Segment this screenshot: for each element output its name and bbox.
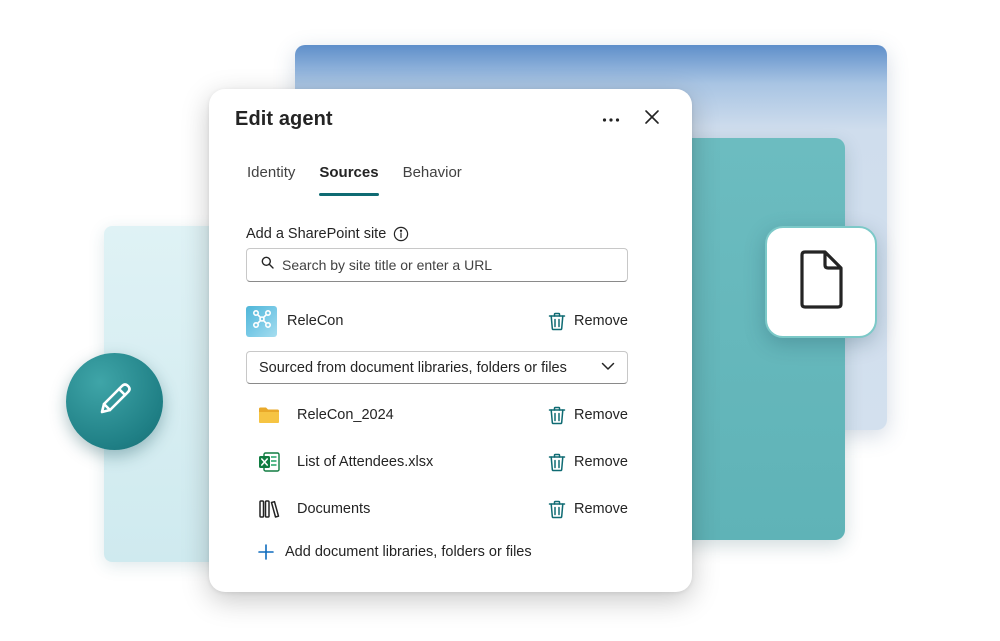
more-options-button[interactable] xyxy=(599,109,623,129)
edit-agent-dialog: Edit agent Identity Sources Behavior Add… xyxy=(209,89,692,592)
dialog-title: Edit agent xyxy=(235,108,333,130)
site-name: ReleCon xyxy=(287,313,344,329)
tab-list: Identity Sources Behavior xyxy=(247,164,486,196)
trash-icon xyxy=(548,453,566,472)
tab-identity[interactable]: Identity xyxy=(247,164,295,194)
source-scope-dropdown[interactable]: Sourced from document libraries, folders… xyxy=(246,351,628,384)
site-thumbnail xyxy=(246,305,277,337)
close-icon xyxy=(644,109,660,130)
sharepoint-site-label: Add a SharePoint site xyxy=(246,226,409,242)
document-tile xyxy=(765,226,877,338)
trash-icon xyxy=(548,312,566,331)
network-icon xyxy=(252,309,272,334)
pencil-icon xyxy=(93,377,137,426)
item-name: List of Attendees.xlsx xyxy=(297,454,434,470)
site-search-input[interactable] xyxy=(282,257,602,273)
item-name: Documents xyxy=(297,501,371,517)
folder-icon xyxy=(257,403,281,427)
dropdown-selected-value: Sourced from document libraries, folders… xyxy=(259,359,567,376)
info-icon[interactable] xyxy=(393,226,409,242)
remove-label: Remove xyxy=(574,454,628,470)
excel-file-icon xyxy=(257,450,281,474)
item-name: ReleCon_2024 xyxy=(297,407,394,423)
remove-label: Remove xyxy=(574,407,628,423)
site-search-box[interactable] xyxy=(246,248,628,282)
remove-label: Remove xyxy=(574,501,628,517)
remove-site-button[interactable]: Remove xyxy=(548,312,628,331)
trash-icon xyxy=(548,500,566,519)
chevron-down-icon xyxy=(601,362,615,371)
document-icon xyxy=(794,249,848,316)
sharepoint-label-text: Add a SharePoint site xyxy=(246,226,387,242)
remove-item-button[interactable]: Remove xyxy=(548,500,628,519)
tab-behavior[interactable]: Behavior xyxy=(403,164,462,194)
plus-icon xyxy=(258,544,274,560)
list-item: List of Attendees.xlsx Remove xyxy=(257,449,628,475)
library-icon xyxy=(257,497,281,521)
more-horizontal-icon xyxy=(602,110,620,128)
list-item: Documents Remove xyxy=(257,496,628,522)
remove-item-button[interactable]: Remove xyxy=(548,453,628,472)
search-icon xyxy=(261,256,274,274)
remove-item-button[interactable]: Remove xyxy=(548,406,628,425)
tab-sources[interactable]: Sources xyxy=(319,164,379,196)
add-sources-link[interactable]: Add document libraries, folders or files xyxy=(258,544,532,560)
pencil-badge xyxy=(66,353,163,450)
remove-label: Remove xyxy=(574,313,628,329)
list-item: ReleCon_2024 Remove xyxy=(257,402,628,428)
add-sources-label: Add document libraries, folders or files xyxy=(285,544,532,560)
close-button[interactable] xyxy=(641,108,663,130)
trash-icon xyxy=(548,406,566,425)
site-row: ReleCon Remove xyxy=(246,305,628,337)
